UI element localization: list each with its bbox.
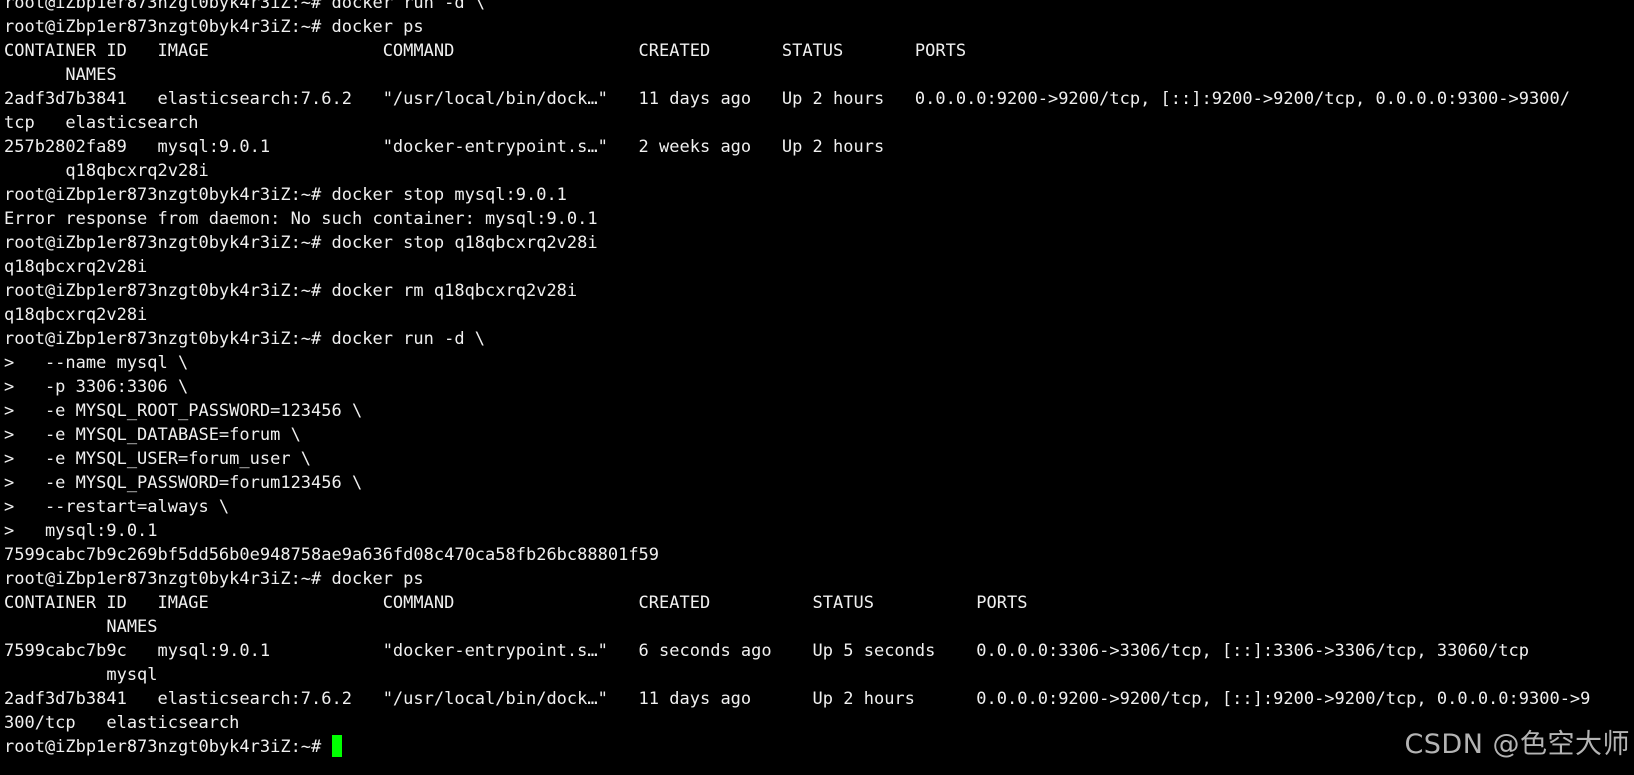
terminal-line: > -e MYSQL_PASSWORD=forum123456 \ <box>4 473 363 493</box>
text-cursor <box>331 735 342 757</box>
shell-prompt: root@iZbp1er873nzgt0byk4r3iZ:~# <box>4 737 332 757</box>
terminal-line: > --restart=always \ <box>4 497 230 517</box>
terminal-line: > -e MYSQL_ROOT_PASSWORD=123456 \ <box>4 401 363 421</box>
terminal-window[interactable]: root@iZbp1er873nzgt0byk4r3iZ:~# docker r… <box>0 0 1634 775</box>
terminal-line: root@iZbp1er873nzgt0byk4r3iZ:~# docker s… <box>4 185 567 205</box>
terminal-output: root@iZbp1er873nzgt0byk4r3iZ:~# docker r… <box>4 0 1590 759</box>
terminal-line: Error response from daemon: No such cont… <box>4 209 598 229</box>
terminal-line: root@iZbp1er873nzgt0byk4r3iZ:~# docker s… <box>4 233 598 253</box>
terminal-line: > --name mysql \ <box>4 353 189 373</box>
terminal-line: 2adf3d7b3841 elasticsearch:7.6.2 "/usr/l… <box>4 689 1591 709</box>
terminal-prompt-line[interactable]: root@iZbp1er873nzgt0byk4r3iZ:~# <box>4 735 1590 759</box>
terminal-line: root@iZbp1er873nzgt0byk4r3iZ:~# docker r… <box>4 281 578 301</box>
terminal-line: > -p 3306:3306 \ <box>4 377 189 397</box>
terminal-line: root@iZbp1er873nzgt0byk4r3iZ:~# docker p… <box>4 569 424 589</box>
terminal-line: > -e MYSQL_USER=forum_user \ <box>4 449 312 469</box>
terminal-line: q18qbcxrq2v28i <box>4 257 148 277</box>
terminal-line: q18qbcxrq2v28i <box>4 305 148 325</box>
terminal-line: 2adf3d7b3841 elasticsearch:7.6.2 "/usr/l… <box>4 89 1570 109</box>
terminal-line: q18qbcxrq2v28i <box>4 161 209 181</box>
csdn-watermark: CSDN @色空大师 <box>1404 729 1630 760</box>
terminal-line: 7599cabc7b9c mysql:9.0.1 "docker-entrypo… <box>4 641 1529 661</box>
terminal-line: CONTAINER ID IMAGE COMMAND CREATED STATU… <box>4 593 1028 613</box>
terminal-line: > mysql:9.0.1 <box>4 521 158 541</box>
terminal-line: NAMES <box>4 65 117 85</box>
terminal-line: 300/tcp elasticsearch <box>4 713 240 733</box>
terminal-line: root@iZbp1er873nzgt0byk4r3iZ:~# docker r… <box>4 329 486 349</box>
terminal-line: 257b2802fa89 mysql:9.0.1 "docker-entrypo… <box>4 137 885 157</box>
terminal-line: NAMES <box>4 617 158 637</box>
terminal-line: root@iZbp1er873nzgt0byk4r3iZ:~# docker r… <box>4 0 486 13</box>
terminal-line: root@iZbp1er873nzgt0byk4r3iZ:~# docker p… <box>4 17 424 37</box>
terminal-line: 7599cabc7b9c269bf5dd56b0e948758ae9a636fd… <box>4 545 660 565</box>
terminal-line: CONTAINER ID IMAGE COMMAND CREATED STATU… <box>4 41 967 61</box>
terminal-line: tcp elasticsearch <box>4 113 199 133</box>
terminal-line: > -e MYSQL_DATABASE=forum \ <box>4 425 301 445</box>
terminal-line: mysql <box>4 665 158 685</box>
